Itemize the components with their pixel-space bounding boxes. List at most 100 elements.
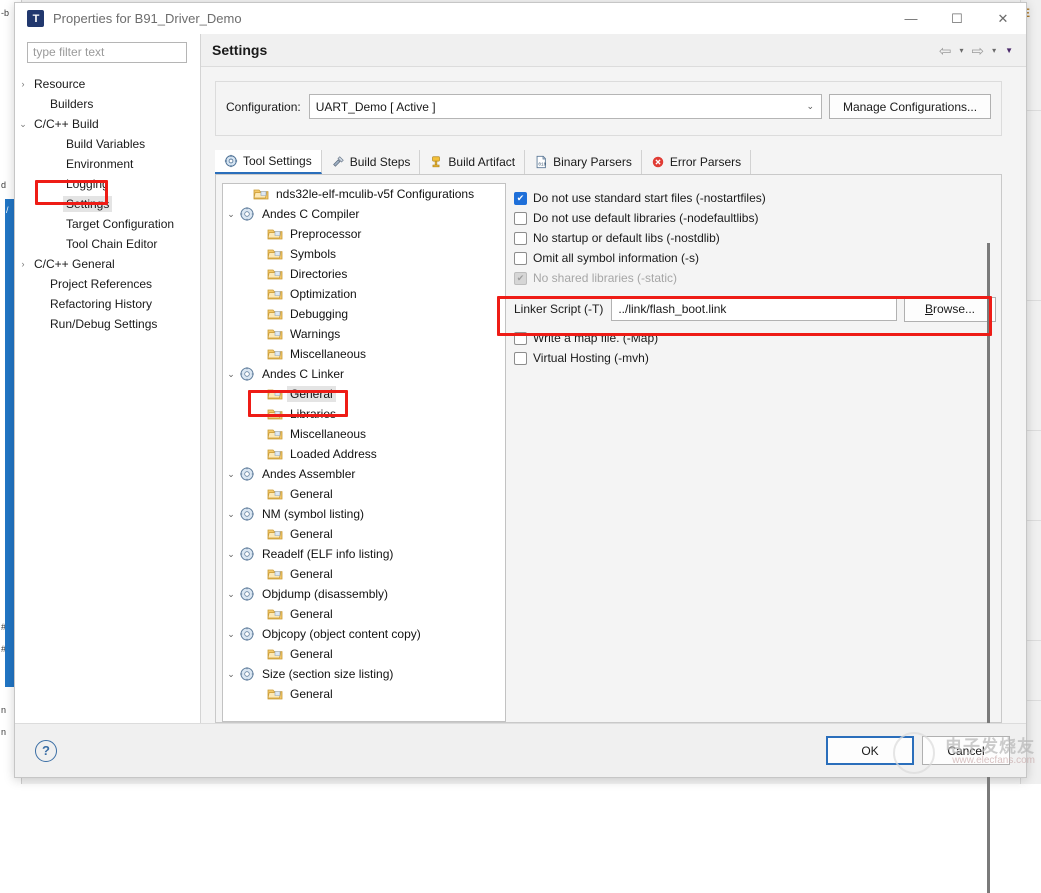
sidebar-item-c-c-general[interactable]: ›C/C++ General	[15, 254, 200, 274]
sidebar-item-environment[interactable]: Environment	[15, 154, 200, 174]
tool-tree-item-objdump-disassembly[interactable]: ⌄ Objdump (disassembly)	[223, 584, 505, 604]
tool-tree-item-andes-c-compiler[interactable]: ⌄ Andes C Compiler	[223, 204, 505, 224]
sidebar-item-settings[interactable]: Settings	[15, 194, 200, 214]
tool-tree-item-size-section-size-listing[interactable]: ⌄ Size (section size listing)	[223, 664, 505, 684]
sidebar-item-build-variables[interactable]: Build Variables	[15, 134, 200, 154]
chevron-down-icon[interactable]: ⌄	[223, 369, 239, 380]
filter-input[interactable]: type filter text	[27, 42, 187, 63]
tool-tree-item-general[interactable]: General	[223, 684, 505, 704]
properties-dialog: T Properties for B91_Driver_Demo — ☐ ✕ t…	[14, 2, 1027, 778]
chevron-right-icon[interactable]: ›	[15, 259, 31, 269]
sidebar-item-resource[interactable]: ›Resource	[15, 74, 200, 94]
tool-tree-item-debugging[interactable]: Debugging	[223, 304, 505, 324]
tab-build-steps[interactable]: Build Steps	[322, 150, 421, 174]
tool-tree-item-optimization[interactable]: Optimization	[223, 284, 505, 304]
chevron-down-icon[interactable]: ⌄	[223, 629, 239, 640]
tool-tree-item-andes-c-linker[interactable]: ⌄ Andes C Linker	[223, 364, 505, 384]
chevron-down-icon[interactable]: ⌄	[223, 669, 239, 680]
sidebar-item-c-c-build[interactable]: ⌄C/C++ Build	[15, 114, 200, 134]
sidebar-item-target-configuration[interactable]: Target Configuration	[15, 214, 200, 234]
sidebar-item-label: Refactoring History	[47, 296, 155, 312]
checkbox-icon[interactable]	[514, 332, 527, 345]
checkbox-label: Omit all symbol information (-s)	[533, 251, 699, 265]
tool-icon	[239, 466, 255, 482]
tool-tree-item-loaded-address[interactable]: Loaded Address	[223, 444, 505, 464]
checkbox-icon[interactable]	[514, 352, 527, 365]
checkbox-row-omit-all-symbol-information-s[interactable]: Omit all symbol information (-s)	[514, 248, 1000, 268]
folder-icon	[267, 526, 283, 542]
tool-tree[interactable]: nds32le-elf-mculib-v5f Configurations⌄ A…	[222, 183, 506, 722]
tool-tree-item-general[interactable]: General	[223, 644, 505, 664]
back-dropdown-icon[interactable]: ▾	[956, 46, 966, 55]
tool-tree-item-general[interactable]: General	[223, 564, 505, 584]
tool-tree-item-preprocessor[interactable]: Preprocessor	[223, 224, 505, 244]
configuration-select[interactable]: UART_Demo [ Active ] ⌄	[309, 94, 822, 119]
sidebar-item-logging[interactable]: Logging	[15, 174, 200, 194]
tool-tree-item-symbols[interactable]: Symbols	[223, 244, 505, 264]
tool-tree-item-general[interactable]: General	[223, 484, 505, 504]
checkbox-icon	[514, 272, 527, 285]
folder-icon	[267, 386, 283, 402]
checkbox-row-do-not-use-default-libraries-nodefaultlibs[interactable]: Do not use default libraries (-nodefault…	[514, 208, 1000, 228]
tool-tree-item-general[interactable]: General	[223, 384, 505, 404]
sidebar-item-project-references[interactable]: Project References	[15, 274, 200, 294]
tool-tree-item-andes-assembler[interactable]: ⌄ Andes Assembler	[223, 464, 505, 484]
options-scrollbar-thumb[interactable]	[987, 243, 990, 893]
sidebar-item-run-debug-settings[interactable]: Run/Debug Settings	[15, 314, 200, 334]
maximize-button[interactable]: ☐	[934, 3, 980, 34]
tool-tree-item-libraries[interactable]: Libraries	[223, 404, 505, 424]
help-icon[interactable]: ?	[35, 740, 57, 762]
chevron-down-icon[interactable]: ⌄	[223, 509, 239, 520]
ok-button[interactable]: OK	[826, 736, 914, 765]
checkbox-label: No shared libraries (-static)	[533, 271, 677, 285]
minimize-button[interactable]: —	[888, 3, 934, 34]
folder-icon	[267, 406, 283, 422]
manage-configurations-button[interactable]: Manage Configurations...	[829, 94, 991, 119]
checkbox-row-virtual-hosting-mvh[interactable]: Virtual Hosting (-mvh)	[514, 348, 1000, 368]
sidebar-item-builders[interactable]: Builders	[15, 94, 200, 114]
tool-tree-item-nds32le-elf-mculib-v5f-configurations[interactable]: nds32le-elf-mculib-v5f Configurations	[223, 184, 505, 204]
close-button[interactable]: ✕	[980, 3, 1026, 34]
checkbox-row-write-a-map-file-map[interactable]: Write a map file. (-Map)	[514, 328, 1000, 348]
tool-icon	[239, 366, 255, 382]
tool-tree-item-nm-symbol-listing[interactable]: ⌄ NM (symbol listing)	[223, 504, 505, 524]
tab-binary-parsers[interactable]: 010Binary Parsers	[525, 150, 642, 174]
sidebar-item-refactoring-history[interactable]: Refactoring History	[15, 294, 200, 314]
checkbox-icon[interactable]	[514, 192, 527, 205]
tool-tree-item-general[interactable]: General	[223, 524, 505, 544]
chevron-down-icon[interactable]: ⌄	[223, 549, 239, 560]
browse-button[interactable]: Browse...	[904, 297, 996, 322]
sidebar-item-tool-chain-editor[interactable]: Tool Chain Editor	[15, 234, 200, 254]
tool-tree-item-miscellaneous[interactable]: Miscellaneous	[223, 424, 505, 444]
chevron-down-icon[interactable]: ⌄	[15, 119, 31, 130]
options-scrollbar[interactable]	[985, 243, 991, 893]
linker-script-row: Linker Script (-T) ../link/flash_boot.li…	[514, 294, 1000, 324]
chevron-down-icon[interactable]: ⌄	[223, 589, 239, 600]
back-icon[interactable]: ⇦	[937, 42, 954, 60]
linker-script-input[interactable]: ../link/flash_boot.link	[611, 297, 897, 321]
tab-error-parsers[interactable]: Error Parsers	[642, 150, 751, 174]
chevron-down-icon[interactable]: ⌄	[223, 209, 239, 220]
tool-tree-item-directories[interactable]: Directories	[223, 264, 505, 284]
checkbox-icon[interactable]	[514, 252, 527, 265]
checkbox-icon[interactable]	[514, 212, 527, 225]
tool-tree-item-warnings[interactable]: Warnings	[223, 324, 505, 344]
tool-tree-item-readelf-elf-info-listing[interactable]: ⌄ Readelf (ELF info listing)	[223, 544, 505, 564]
checkbox-row-do-not-use-standard-start-files-nostartfiles[interactable]: Do not use standard start files (-nostar…	[514, 188, 1000, 208]
tab-tool-settings[interactable]: Tool Settings	[215, 150, 322, 174]
checkbox-row-no-startup-or-default-libs-nostdlib[interactable]: No startup or default libs (-nostdlib)	[514, 228, 1000, 248]
tab-build-artifact[interactable]: Build Artifact	[420, 150, 525, 174]
tool-tree-item-general[interactable]: General	[223, 604, 505, 624]
view-menu-icon[interactable]: ▼	[1002, 46, 1016, 55]
tool-tree-item-miscellaneous[interactable]: Miscellaneous	[223, 344, 505, 364]
tool-tree-item-objcopy-object-content-copy[interactable]: ⌄ Objcopy (object content copy)	[223, 624, 505, 644]
chevron-right-icon[interactable]: ›	[15, 79, 31, 89]
chevron-down-icon[interactable]: ⌄	[223, 469, 239, 480]
cancel-button[interactable]: Cancel	[922, 736, 1010, 765]
forward-icon[interactable]: ⇨	[969, 42, 986, 60]
checkbox-icon[interactable]	[514, 232, 527, 245]
folder-icon	[267, 566, 283, 582]
folder-icon	[267, 606, 283, 622]
forward-dropdown-icon[interactable]: ▾	[989, 46, 999, 55]
tool-tree-item-label: Objcopy (object content copy)	[259, 626, 424, 642]
